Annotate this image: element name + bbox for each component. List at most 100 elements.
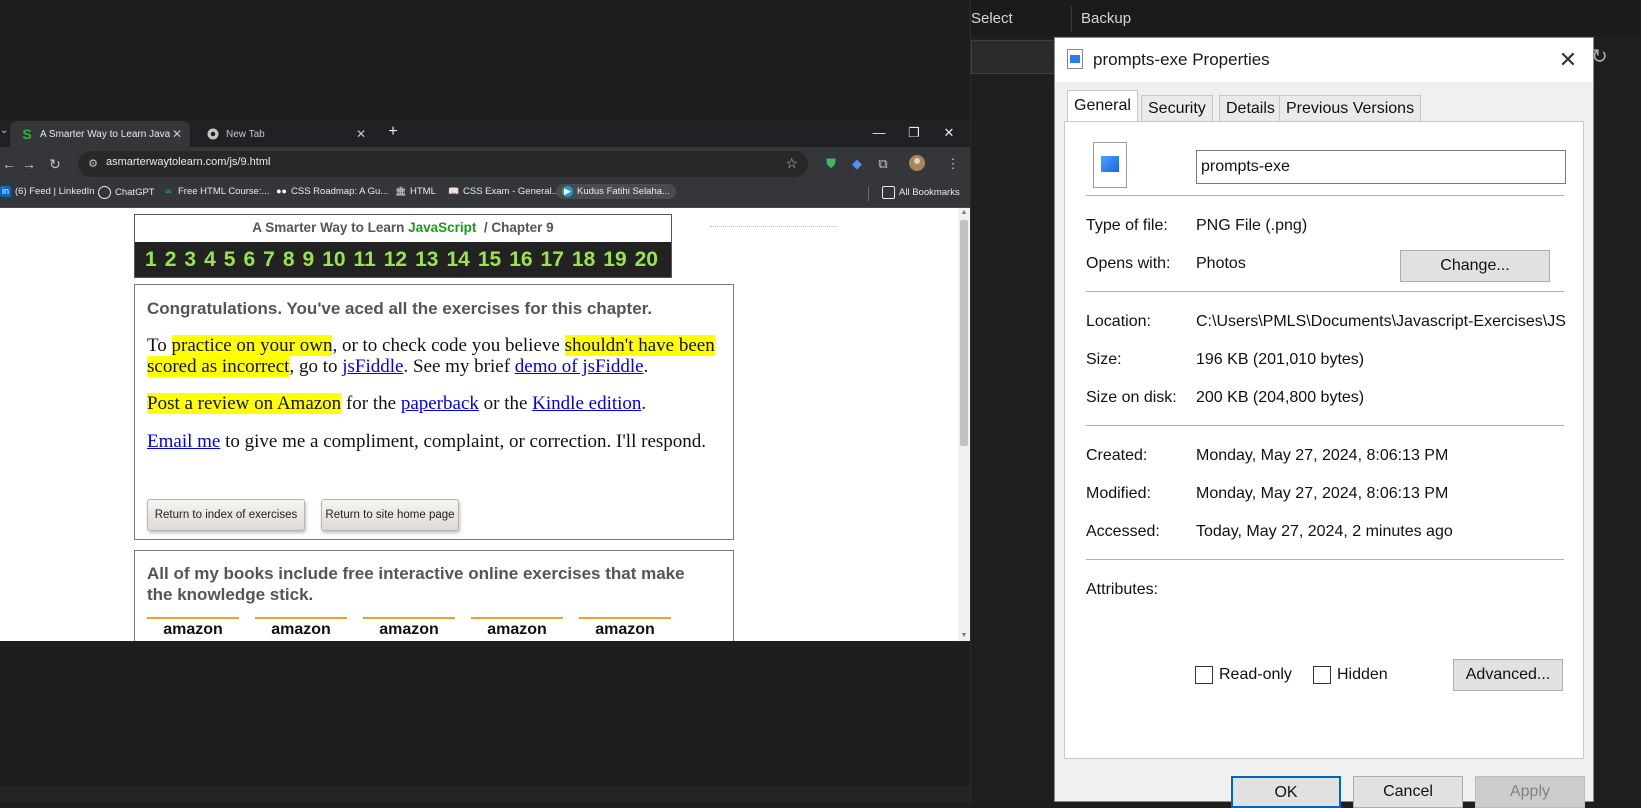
chapter-link-6[interactable]: 6 [243,248,255,272]
page-scrollbar[interactable]: ▲ ▼ [958,208,970,641]
web-page: A Smarter Way to Learn JavaScript / Chap… [0,208,958,641]
chapter-link-11[interactable]: 11 [354,248,376,272]
tab-security[interactable]: Security [1141,95,1213,121]
chapter-link-9[interactable]: 9 [303,248,315,272]
select-tab[interactable]: Select [971,10,1013,27]
chapter-link-13[interactable]: 13 [415,248,438,272]
paperback-link[interactable]: paperback [401,393,479,414]
email-me-link[interactable]: Email me [147,431,220,452]
chapter-link-19[interactable]: 19 [603,248,626,272]
scroll-down-arrow-icon[interactable]: ▼ [958,631,970,641]
address-bar[interactable]: ⚙ asmarterwaytolearn.com/js/9.html ☆ [78,151,808,177]
tab-details[interactable]: Details [1219,95,1282,121]
url-text[interactable]: asmarterwaytolearn.com/js/9.html [106,156,270,168]
chapter-link-7[interactable]: 7 [263,248,275,272]
tab-general[interactable]: General [1067,90,1138,122]
kindle-link[interactable]: Kindle edition [532,393,641,414]
minimize-icon[interactable]: — [864,121,894,145]
chapter-link-5[interactable]: 5 [224,248,236,272]
tab-previous-versions[interactable]: Previous Versions [1279,95,1422,121]
accessed-value: Today, May 27, 2024, 2 minutes ago [1196,523,1453,540]
png-file-icon [1093,142,1127,188]
scrollbar-thumb[interactable] [960,220,968,446]
shield-extension-icon[interactable]: ⛊ [822,155,840,173]
filename-field[interactable] [1196,150,1566,184]
close-tab-icon[interactable]: ✕ [170,127,184,141]
bookmark-css-exam[interactable]: 📖 CSS Exam - General... [448,186,560,197]
apply-button[interactable]: Apply [1475,776,1585,808]
close-tab-icon[interactable]: ✕ [354,127,368,141]
jsfiddle-demo-link[interactable]: demo of jsFiddle [515,356,644,377]
forward-arrow-icon[interactable]: → [20,155,38,173]
chapter-link-14[interactable]: 14 [446,248,469,272]
close-window-icon[interactable]: ✕ [934,121,964,145]
chapter-number-nav: 1 2 3 4 5 6 7 8 9 10 11 12 13 14 15 16 17 18 19 20 [135,242,671,277]
amazon-logo[interactable]: amazon [255,617,347,639]
bookmark-css-roadmap[interactable]: ●● CSS Roadmap: A Gu... [276,186,388,197]
chapter-link-20[interactable]: 20 [635,248,658,272]
properties-dialog: prompts-exe Properties ✕ General Securit… [1054,37,1594,808]
review-paragraph: Post a review on Amazon for the paperbac… [147,393,647,414]
chapter-link-10[interactable]: 10 [322,248,345,272]
return-index-button[interactable]: Return to index of exercises [147,499,305,531]
chapter-link-8[interactable]: 8 [283,248,295,272]
building-icon: 🏛 [395,186,407,196]
change-button[interactable]: Change... [1400,250,1550,282]
browser-toolbar: ← → ↻ ⚙ asmarterwaytolearn.com/js/9.html… [0,147,970,181]
bookmarks-bar: in (6) Feed | LinkedIn ChatGPT ∞ Free HTML… [0,181,970,208]
chapter-link-3[interactable]: 3 [184,248,196,272]
chapter-link-17[interactable]: 17 [541,248,564,272]
divider [1086,559,1564,560]
all-bookmarks[interactable]: All Bookmarks [882,186,960,199]
tab-new-tab[interactable]: New Tab ✕ [196,121,374,147]
tab-asmarterway[interactable]: S A Smarter Way to Learn JavaScr ✕ [10,121,190,147]
hidden-label[interactable]: Hidden [1337,666,1388,684]
advanced-button[interactable]: Advanced... [1453,659,1563,691]
bookmark-free-html[interactable]: ∞ Free HTML Course:... [163,186,269,197]
medium-icon: ●● [276,186,287,196]
bookmark-chatgpt[interactable]: ChatGPT [98,186,155,199]
site-info-icon[interactable]: ⚙ [86,157,100,171]
extension-icon[interactable]: ◆ [848,155,866,173]
close-icon[interactable]: ✕ [1553,46,1583,74]
amazon-logo[interactable]: amazon [579,617,671,639]
scroll-up-arrow-icon[interactable]: ▲ [958,208,970,218]
read-only-label[interactable]: Read-only [1219,666,1292,684]
hidden-checkbox[interactable] [1313,666,1331,684]
backup-tab[interactable]: Backup [1081,10,1131,27]
amazon-logo[interactable]: amazon [471,617,563,639]
chapter-link-4[interactable]: 4 [204,248,216,272]
refresh-icon[interactable]: ↻ [1591,44,1639,72]
read-only-checkbox[interactable] [1195,666,1213,684]
profile-avatar-icon[interactable] [908,155,926,173]
book-icon: 📖 [448,186,460,196]
restore-icon[interactable]: ❐ [899,121,929,145]
chapter-link-15[interactable]: 15 [478,248,501,272]
bookmark-star-icon[interactable]: ☆ [785,155,798,172]
back-arrow-icon[interactable]: ← [0,155,18,173]
chapter-link-1[interactable]: 1 [145,248,157,272]
created-label: Created: [1086,447,1148,464]
chapter-link-2[interactable]: 2 [165,248,177,272]
taskbar-strip [0,786,970,802]
tab-title: A Smarter Way to Learn JavaScr [40,128,170,140]
reload-icon[interactable]: ↻ [46,155,64,173]
extensions-puzzle-icon[interactable]: ⧉ [874,155,892,173]
new-tab-plus-icon[interactable]: + [384,123,402,141]
menu-kebab-icon[interactable]: ⋮ [944,155,962,173]
cancel-button[interactable]: Cancel [1353,776,1463,808]
bookmark-kudus[interactable]: ▶ Kudus Fatihi Selaha... [556,184,676,199]
ok-button[interactable]: OK [1231,776,1341,808]
return-home-button[interactable]: Return to site home page [321,499,459,531]
amazon-logo[interactable]: amazon [363,617,455,639]
chapter-link-18[interactable]: 18 [572,248,595,272]
background-app-field[interactable] [971,40,1063,74]
tab-search-icon[interactable]: ⌄ [0,125,8,141]
chapter-link-16[interactable]: 16 [509,248,532,272]
bookmarks-divider [868,187,869,201]
bookmark-linkedin[interactable]: in (6) Feed | LinkedIn [0,186,95,197]
amazon-logo[interactable]: amazon [147,617,239,639]
chapter-link-12[interactable]: 12 [384,248,407,272]
jsfiddle-link[interactable]: jsFiddle [342,356,403,377]
bookmark-html[interactable]: 🏛 HTML [395,186,436,197]
